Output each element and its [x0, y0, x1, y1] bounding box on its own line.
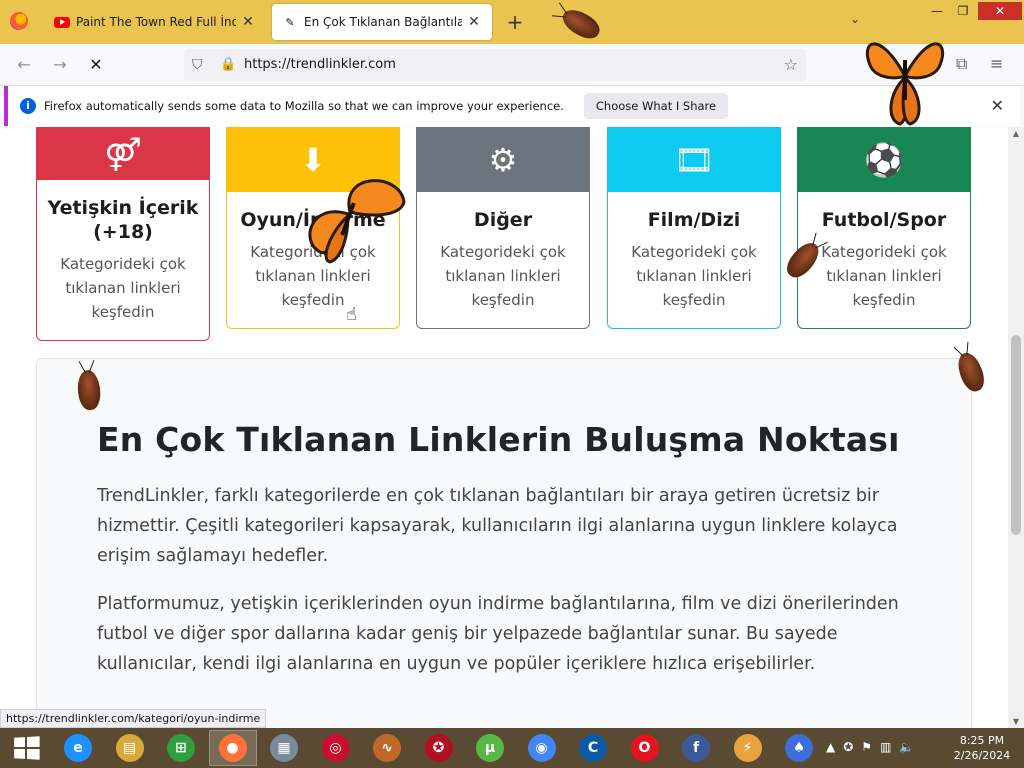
back-arrow-icon[interactable]: ←: [12, 53, 36, 77]
store-icon: ⊞: [167, 734, 195, 762]
taskbar-app-button[interactable]: f: [672, 730, 720, 766]
utorrent-icon: µ: [476, 734, 504, 762]
app-orange-swirl-icon: ∿: [373, 734, 401, 762]
notification-message: Firefox automatically sends some data to…: [44, 99, 564, 113]
taskbar-app-button[interactable]: ▤: [106, 730, 154, 766]
opera-icon: O: [630, 734, 659, 762]
new-tab-button[interactable]: +: [504, 10, 526, 34]
tray-app-icon[interactable]: ✪: [843, 740, 853, 754]
category-card-other[interactable]: ⚙ Diğer Kategorideki çok tıklanan linkle…: [416, 127, 590, 329]
start-button[interactable]: [2, 730, 50, 766]
taskbar-app-button[interactable]: ▦: [260, 730, 308, 766]
taskbar-app-button[interactable]: ◎: [312, 730, 360, 766]
category-description: Kategorideki çok tıklanan linkleri keşfe…: [631, 243, 757, 309]
taskbar-app-button[interactable]: ⊞: [157, 730, 205, 766]
app-red-star-icon: ✪: [424, 734, 453, 762]
butterfly-icon: [865, 42, 945, 126]
category-card-adult[interactable]: ⚤ Yetişkin İçerik (+18) Kategorideki çok…: [36, 127, 210, 341]
about-heading: En Çok Tıklanan Linklerin Buluşma Noktas…: [97, 420, 900, 459]
category-title: Diğer: [473, 209, 533, 231]
category-title: Film/Dizi: [647, 209, 741, 231]
clock-time: 8:25 PM: [959, 734, 1005, 747]
ccleaner-icon: C: [579, 734, 607, 762]
taskbar-app-button[interactable]: ♠: [775, 730, 823, 766]
tools-icon: ⚙: [417, 128, 589, 192]
hand-cursor-icon: ☝: [346, 304, 357, 325]
windows-logo-icon: [14, 736, 40, 760]
maximize-button[interactable]: ❐: [948, 2, 978, 20]
forward-arrow-icon[interactable]: →: [48, 53, 72, 77]
firefox-icon: ●: [218, 734, 247, 762]
taskbar-app-button[interactable]: e: [54, 730, 102, 766]
film-icon: 🎞: [608, 128, 780, 192]
taskbar-app-button[interactable]: ∿: [363, 730, 411, 766]
taskbar-clock[interactable]: 8:25 PM 2/26/2024: [944, 733, 1020, 763]
tracking-protection-icon[interactable]: ⛉: [192, 57, 203, 73]
close-window-button[interactable]: ✕: [978, 2, 1022, 20]
facebook-icon: f: [682, 734, 710, 762]
taskbar-app-button[interactable]: ◉: [518, 730, 566, 766]
taskbar-app-button[interactable]: ●: [208, 730, 257, 766]
file-explorer-icon: ▤: [115, 734, 144, 762]
scroll-down-icon[interactable]: ▼: [1008, 717, 1024, 726]
menu-icon[interactable]: ≡: [990, 54, 1003, 73]
system-tray: ▲ ✪ ⚑ ▥ 🔈: [826, 740, 914, 754]
youtube-icon: [54, 16, 70, 28]
bookmark-star-icon[interactable]: ☆: [784, 55, 798, 74]
extensions-icon[interactable]: ⧉: [956, 54, 967, 74]
status-link-preview: https://trendlinkler.com/kategori/oyun-i…: [0, 709, 267, 728]
internet-explorer-icon: e: [64, 734, 92, 762]
scrollbar-thumb[interactable]: [1011, 335, 1021, 535]
list-all-tabs-icon[interactable]: ⌄: [850, 12, 860, 26]
tab-trendlinkler[interactable]: ✎ En Çok Tıklanan Bağlantılar - Tr ✕: [272, 4, 492, 40]
tray-expand-icon[interactable]: ▲: [826, 740, 835, 754]
scroll-up-icon[interactable]: ▲: [1008, 129, 1024, 138]
app-blue-icon: ♠: [785, 734, 813, 762]
about-paragraph-1: TrendLinkler, farklı kategorilerde en ço…: [97, 486, 898, 566]
action-center-flag-icon[interactable]: ⚑: [861, 740, 872, 754]
tab-title: En Çok Tıklanan Bağlantılar - Tr: [304, 15, 462, 29]
close-notification-icon[interactable]: ✕: [991, 96, 1004, 115]
info-icon: i: [20, 98, 36, 114]
windows-taskbar: e ▤ ⊞ ● ▦ ◎ ∿ ✪ µ ◉ C Of ⚡ ♠ ▲ ✪ ⚑ ▥ 🔈 8:25 PM 2/26/2…: [0, 728, 1024, 768]
page-content: ⚤ Yetişkin İçerik (+18) Kategorideki çok…: [0, 127, 1008, 728]
taskbar-app-button[interactable]: ✪: [415, 730, 463, 766]
category-description: Kategorideki çok tıklanan linkleri keşfe…: [440, 243, 566, 309]
page-scrollbar[interactable]: ▲ ▼: [1008, 127, 1024, 728]
category-card-film[interactable]: 🎞 Film/Dizi Kategorideki çok tıklanan li…: [607, 127, 781, 329]
category-description: Kategorideki çok tıklanan linkleri keşfe…: [60, 255, 186, 321]
tab-close-icon[interactable]: ✕: [240, 14, 256, 30]
about-paragraph-2: Platformumuz, yetişkin içeriklerinden oy…: [97, 594, 899, 674]
chrome-icon: ◉: [527, 734, 556, 762]
category-title: Yetişkin İçerik (+18): [47, 197, 199, 243]
taskbar-app-button[interactable]: ⚡: [724, 730, 772, 766]
category-card-football[interactable]: ⚽ Futbol/Spor Kategorideki çok tıklanan …: [797, 127, 971, 329]
soccer-ball-icon: ⚽: [798, 128, 970, 192]
category-description: Kategorideki çok tıklanan linkleri keşfe…: [821, 243, 947, 309]
choose-what-i-share-button[interactable]: Choose What I Share: [583, 93, 729, 119]
clock-date: 2/26/2024: [953, 749, 1011, 762]
app-red-icon: ◎: [321, 734, 350, 762]
gender-icon: ⚤: [37, 128, 209, 180]
taskbar-app-button[interactable]: µ: [466, 730, 514, 766]
winamp-icon: ⚡: [733, 734, 762, 762]
volume-muted-icon[interactable]: 🔈: [899, 740, 914, 754]
url-text[interactable]: https://trendlinkler.com: [244, 57, 396, 72]
category-title: Futbol/Spor: [821, 209, 947, 231]
url-bar[interactable]: ⛉ 🔒 https://trendlinkler.com ☆: [184, 49, 806, 81]
network-icon[interactable]: ▥: [880, 740, 891, 754]
firefox-view-icon[interactable]: [10, 12, 28, 30]
taskbar-app-button[interactable]: O: [621, 730, 669, 766]
taskbar-app-button[interactable]: C: [569, 730, 617, 766]
about-section: En Çok Tıklanan Linklerin Buluşma Noktas…: [36, 358, 972, 728]
site-icon: ✎: [285, 15, 295, 29]
tab-close-icon[interactable]: ✕: [466, 14, 482, 30]
task-manager-icon: ▦: [270, 734, 298, 762]
lock-icon[interactable]: 🔒: [220, 57, 236, 72]
tab-title: Paint The Town Red Full İndirme: [76, 15, 236, 29]
stop-loading-icon[interactable]: ✕: [84, 53, 108, 77]
tab-youtube[interactable]: Paint The Town Red Full İndirme ✕: [44, 4, 266, 40]
butterfly-icon: [308, 179, 406, 264]
